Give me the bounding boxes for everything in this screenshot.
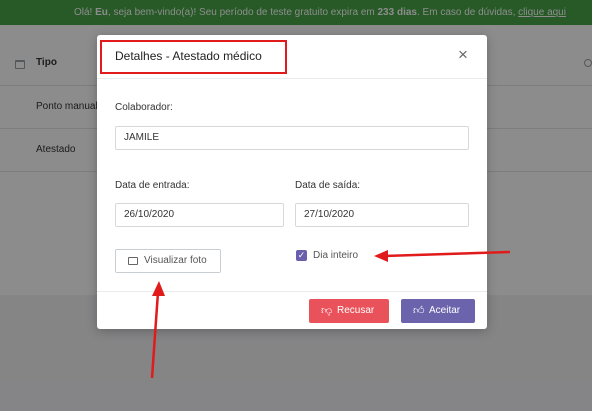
details-modal: Detalhes - Atestado médico × Colaborador… [97, 35, 487, 329]
accept-button[interactable]: 👍︎ Aceitar [401, 299, 475, 323]
modal-header: Detalhes - Atestado médico × [97, 35, 487, 79]
view-photo-button[interactable]: Visualizar foto [115, 249, 221, 273]
view-photo-label: Visualizar foto [144, 255, 207, 266]
collaborator-field[interactable]: JAMILE [115, 126, 469, 150]
entry-date-field[interactable]: 26/10/2020 [115, 203, 284, 227]
annotation-title-box [100, 40, 287, 74]
exit-date-label: Data de saída: [295, 180, 361, 191]
full-day-label: Dia inteiro [313, 250, 359, 261]
reject-button[interactable]: 👎︎ Recusar [309, 299, 389, 323]
modal-footer-divider [97, 291, 487, 292]
reject-label: Recusar [337, 305, 375, 316]
thumbs-down-icon: 👎︎ [321, 305, 333, 317]
accept-label: Aceitar [429, 305, 461, 316]
close-icon[interactable]: × [458, 45, 468, 65]
collaborator-label: Colaborador: [115, 102, 173, 113]
entry-date-label: Data de entrada: [115, 180, 190, 191]
thumbs-up-icon: 👍︎ [413, 305, 425, 317]
exit-date-field[interactable]: 27/10/2020 [295, 203, 469, 227]
checkmark-icon: ✓ [297, 250, 306, 260]
image-icon [128, 257, 138, 265]
full-day-checkbox[interactable]: ✓ [296, 250, 307, 261]
